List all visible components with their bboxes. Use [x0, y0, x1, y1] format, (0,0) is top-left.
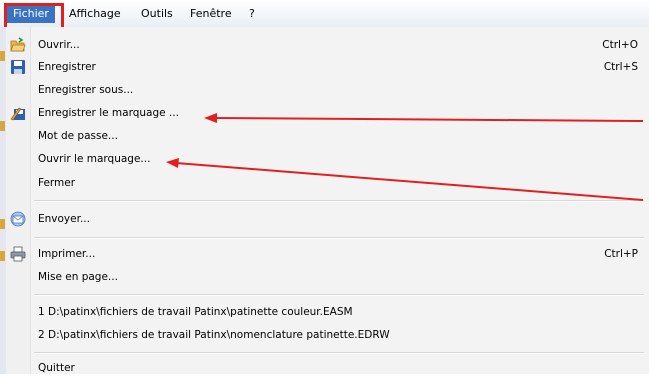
menu-item-label: Fermer	[38, 177, 76, 189]
menu-item-imprimer[interactable]: Imprimer... Ctrl+P	[6, 243, 649, 265]
menu-item-label: Enregistrer le marquage ...	[38, 107, 179, 119]
menu-item-label: Enregistrer	[38, 61, 96, 73]
menu-item-recent-file-2[interactable]: 2 D:\patinx\fichiers de travail Patinx\n…	[6, 324, 649, 346]
menu-item-label: Enregistrer sous...	[38, 84, 134, 96]
menu-item-label: 2 D:\patinx\fichiers de travail Patinx\n…	[38, 329, 390, 341]
menu-item-enregistrer-marquage[interactable]: Enregistrer le marquage ...	[6, 102, 649, 124]
open-folder-icon	[10, 37, 26, 53]
menu-fenetre[interactable]: Fenêtre	[184, 5, 238, 23]
menu-item-label: Ouvrir...	[38, 39, 80, 51]
menu-fichier[interactable]: Fichier	[7, 5, 55, 23]
save-disk-icon	[10, 59, 26, 75]
menu-item-ouvrir[interactable]: Ouvrir... Ctrl+O	[6, 34, 649, 56]
menu-item-label: Mot de passe...	[38, 130, 118, 142]
menu-help[interactable]: ?	[243, 5, 261, 23]
menu-item-label: Imprimer...	[38, 248, 96, 260]
menu-item-label: Envoyer...	[38, 213, 90, 225]
menu-item-mot-de-passe[interactable]: Mot de passe...	[6, 125, 649, 147]
menu-item-enregistrer-sous[interactable]: Enregistrer sous...	[6, 79, 649, 101]
menu-bar: Fichier Affichage Outils Fenêtre ?	[0, 0, 649, 27]
menu-item-shortcut: Ctrl+P	[604, 248, 638, 260]
printer-icon	[10, 246, 26, 262]
menu-item-envoyer[interactable]: Envoyer...	[6, 208, 649, 230]
menu-item-fermer[interactable]: Fermer	[6, 172, 649, 194]
menu-affichage[interactable]: Affichage	[63, 5, 127, 23]
menu-item-label: Mise en page...	[38, 271, 118, 283]
menu-item-quitter[interactable]: Quitter	[6, 357, 649, 379]
menu-separator	[34, 352, 644, 354]
menu-item-enregistrer[interactable]: Enregistrer Ctrl+S	[6, 56, 649, 78]
menu-outils[interactable]: Outils	[135, 5, 179, 23]
menu-item-label: Quitter	[38, 362, 75, 374]
menu-item-recent-file-1[interactable]: 1 D:\patinx\fichiers de travail Patinx\p…	[6, 301, 649, 323]
menu-item-mise-en-page[interactable]: Mise en page...	[6, 266, 649, 288]
menu-item-shortcut: Ctrl+S	[603, 61, 638, 73]
save-markup-icon	[10, 105, 26, 121]
menu-item-label: 1 D:\patinx\fichiers de travail Patinx\p…	[38, 306, 353, 318]
menu-item-shortcut: Ctrl+O	[602, 39, 638, 51]
menu-item-label: Ouvrir le marquage...	[38, 153, 151, 165]
menu-separator	[34, 200, 644, 202]
menu-separator	[34, 237, 644, 239]
menu-separator	[34, 294, 644, 296]
fichier-dropdown-menu: Ouvrir... Ctrl+O Enregistrer Ctrl+S Enre…	[6, 27, 649, 374]
send-mail-icon	[10, 211, 26, 227]
menu-item-ouvrir-marquage[interactable]: Ouvrir le marquage...	[6, 148, 649, 170]
